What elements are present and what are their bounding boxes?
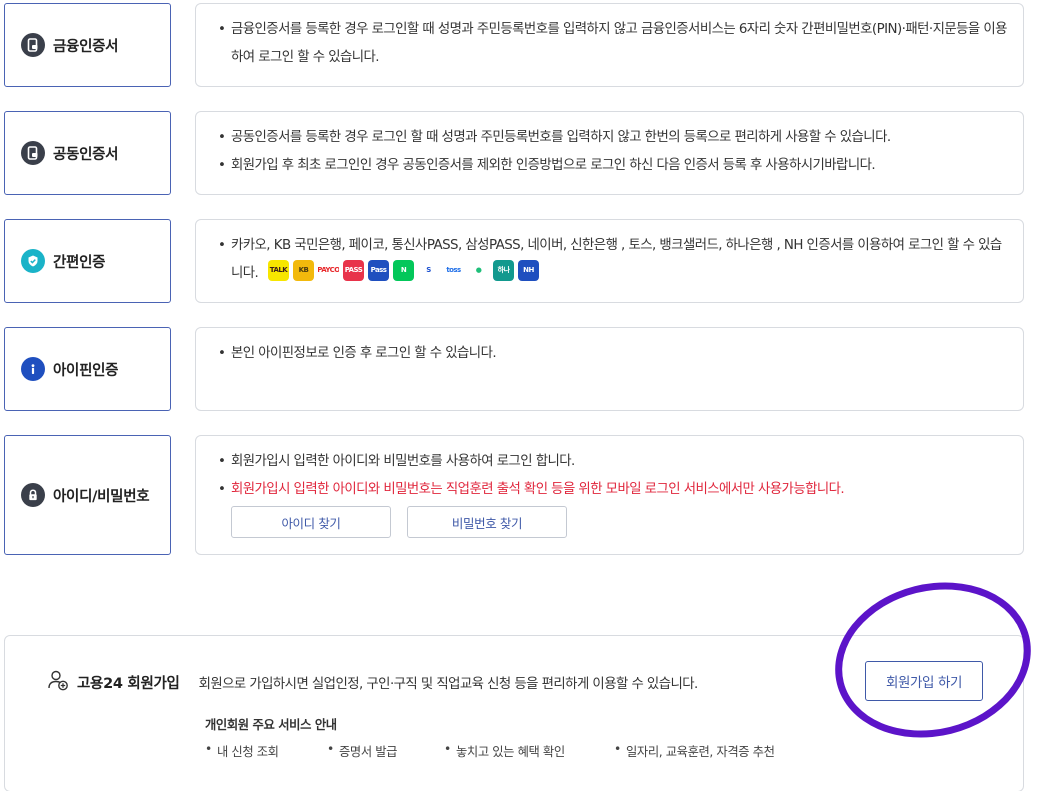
method-description: 회원가입시 입력한 아이디와 비밀번호를 사용하여 로그인 합니다. 회원가입시… [195,435,1024,555]
financial-certificate-button[interactable]: 금융인증서 [4,3,171,87]
method-label: 아이핀인증 [53,362,119,379]
description-line: 공동인증서를 등록한 경우 로그인 할 때 성명과 주민등록번호를 입력하지 않… [214,124,1007,152]
lock-icon [21,483,45,507]
auth-provider-logos: TALK KB PAYCO PASS Pass N Stoss ● 하나 NH [267,260,539,281]
hana-logo-icon: 하나 [492,260,514,281]
method-label: 간편인증 [53,254,106,271]
description-line: 금융인증서를 등록한 경우 로그인할 때 성명과 주민등록번호를 입력하지 않고… [214,16,1007,71]
joint-certificate-button[interactable]: 공동인증서 [4,111,171,195]
method-label: 금융인증서 [53,38,119,55]
service-item: 놓치고 있는 혜택 확인 [444,742,614,760]
find-id-button[interactable]: 아이디 찾기 [231,506,391,538]
kakao-logo-icon: TALK [267,260,289,281]
services-list: 내 신청 조회 증명서 발급 놓치고 있는 혜택 확인 일자리, 교육훈련, 자… [205,742,775,760]
samsung-pass-logo-icon: Pass [367,260,389,281]
login-method-row-simple: 간편인증 카카오, KB 국민은행, 페이코, 통신사PASS, 삼성PASS,… [4,219,1024,303]
service-item: 내 신청 조회 [205,742,327,760]
shinhan-logo-icon: S [417,260,439,281]
id-password-button[interactable]: 아이디/비밀번호 [4,435,171,555]
method-description: 금융인증서를 등록한 경우 로그인할 때 성명과 주민등록번호를 입력하지 않고… [195,3,1024,87]
method-description: 카카오, KB 국민은행, 페이코, 통신사PASS, 삼성PASS, 네이버,… [195,219,1024,303]
method-description: 본인 아이핀정보로 인증 후 로그인 할 수 있습니다. [195,327,1024,411]
naver-logo-icon: N [392,260,414,281]
pass-telecom-logo-icon: PASS [342,260,364,281]
signup-panel: 고용24 회원가입 회원으로 가입하시면 실업인정, 구인·구직 및 직업교육 … [4,635,1024,791]
service-item: 일자리, 교육훈련, 자격증 추천 [614,742,775,760]
services-title: 개인회원 주요 서비스 안내 [205,718,337,732]
banksalad-logo-icon: ● [467,260,489,281]
simple-auth-button[interactable]: 간편인증 [4,219,171,303]
payco-logo-icon: PAYCO [317,260,339,281]
signup-header: 고용24 회원가입 회원으로 가입하시면 실업인정, 구인·구직 및 직업교육 … [47,669,698,695]
joint-certificate-icon [21,141,45,165]
service-item: 증명서 발급 [327,742,444,760]
signup-description: 회원으로 가입하시면 실업인정, 구인·구직 및 직업교육 신청 등을 편리하게… [198,677,699,692]
check-shield-icon [21,249,45,273]
method-description: 공동인증서를 등록한 경우 로그인 할 때 성명과 주민등록번호를 입력하지 않… [195,111,1024,195]
login-method-row-id-password: 아이디/비밀번호 회원가입시 입력한 아이디와 비밀번호를 사용하여 로그인 합… [4,435,1024,555]
nh-logo-icon: NH [517,260,539,281]
login-method-row-ipin: 아이핀인증 본인 아이핀정보로 인증 후 로그인 할 수 있습니다. [4,327,1024,411]
financial-certificate-icon [21,33,45,57]
description-line: 회원가입시 입력한 아이디와 비밀번호를 사용하여 로그인 합니다. [214,448,1007,476]
warning-line: 회원가입시 입력한 아이디와 비밀번호는 직업훈련 출석 확인 등을 위한 모바… [214,476,1007,504]
kb-logo-icon: KB [292,260,314,281]
signup-title: 고용24 회원가입 [77,675,180,692]
info-icon [21,357,45,381]
description-line: 회원가입 후 최초 로그인인 경우 공동인증서를 제외한 인증방법으로 로그인 … [214,152,1007,180]
login-method-row-joint: 공동인증서 공동인증서를 등록한 경우 로그인 할 때 성명과 주민등록번호를 … [4,111,1024,195]
find-account-buttons: 아이디 찾기 비밀번호 찾기 [231,506,1007,538]
method-label: 공동인증서 [53,146,119,163]
ipin-auth-button[interactable]: 아이핀인증 [4,327,171,411]
user-add-icon [47,669,69,695]
method-label: 아이디/비밀번호 [53,488,150,505]
find-password-button[interactable]: 비밀번호 찾기 [407,506,567,538]
signup-button[interactable]: 회원가입 하기 [865,661,983,701]
description-line: 카카오, KB 국민은행, 페이코, 통신사PASS, 삼성PASS, 네이버,… [214,232,1007,287]
description-line: 본인 아이핀정보로 인증 후 로그인 할 수 있습니다. [214,340,1007,368]
toss-logo-icon: toss [442,260,464,281]
login-method-row-financial: 금융인증서 금융인증서를 등록한 경우 로그인할 때 성명과 주민등록번호를 입… [4,3,1024,87]
